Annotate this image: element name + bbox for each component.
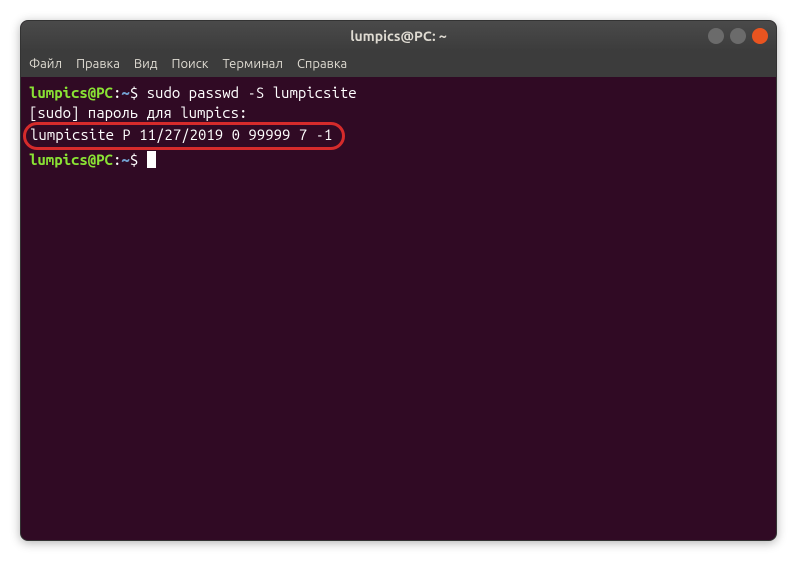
menu-edit[interactable]: Правка <box>76 57 120 71</box>
titlebar: lumpics@PC: ~ <box>21 21 776 51</box>
menu-search[interactable]: Поиск <box>171 57 208 71</box>
prompt-user: lumpics@PC <box>29 151 113 168</box>
window-controls <box>708 28 768 44</box>
prompt-symbol: $ <box>130 151 138 168</box>
cursor <box>147 151 156 168</box>
menubar: Файл Правка Вид Поиск Терминал Справка <box>21 51 776 77</box>
maximize-button[interactable] <box>730 28 746 44</box>
terminal-window: lumpics@PC: ~ Файл Правка Вид Поиск Терм… <box>20 20 777 541</box>
close-button[interactable] <box>752 28 768 44</box>
terminal-line-1: lumpics@PC:~$ sudo passwd -S lumpicsite <box>29 83 768 103</box>
sudo-prompt: [sudo] пароль для lumpics: <box>29 104 247 121</box>
command-text: sudo passwd -S lumpicsite <box>147 84 357 101</box>
menu-help[interactable]: Справка <box>297 57 347 71</box>
passwd-output: lumpicsite P 11/27/2019 0 99999 7 -1 <box>30 126 332 143</box>
prompt-symbol: $ <box>130 84 138 101</box>
prompt-path: ~ <box>121 151 129 168</box>
terminal-body[interactable]: lumpics@PC:~$ sudo passwd -S lumpicsite … <box>21 77 776 175</box>
terminal-line-3: lumpicsite P 11/27/2019 0 99999 7 -1 <box>29 122 768 150</box>
window-title: lumpics@PC: ~ <box>350 28 447 44</box>
highlight-annotation: lumpicsite P 11/27/2019 0 99999 7 -1 <box>23 122 345 150</box>
minimize-button[interactable] <box>708 28 724 44</box>
menu-view[interactable]: Вид <box>134 57 158 71</box>
prompt-path: ~ <box>121 84 129 101</box>
menu-terminal[interactable]: Терминал <box>222 57 282 71</box>
menu-file[interactable]: Файл <box>29 57 62 71</box>
terminal-line-4: lumpics@PC:~$ <box>29 150 768 170</box>
prompt-user: lumpics@PC <box>29 84 113 101</box>
terminal-line-2: [sudo] пароль для lumpics: <box>29 103 768 123</box>
